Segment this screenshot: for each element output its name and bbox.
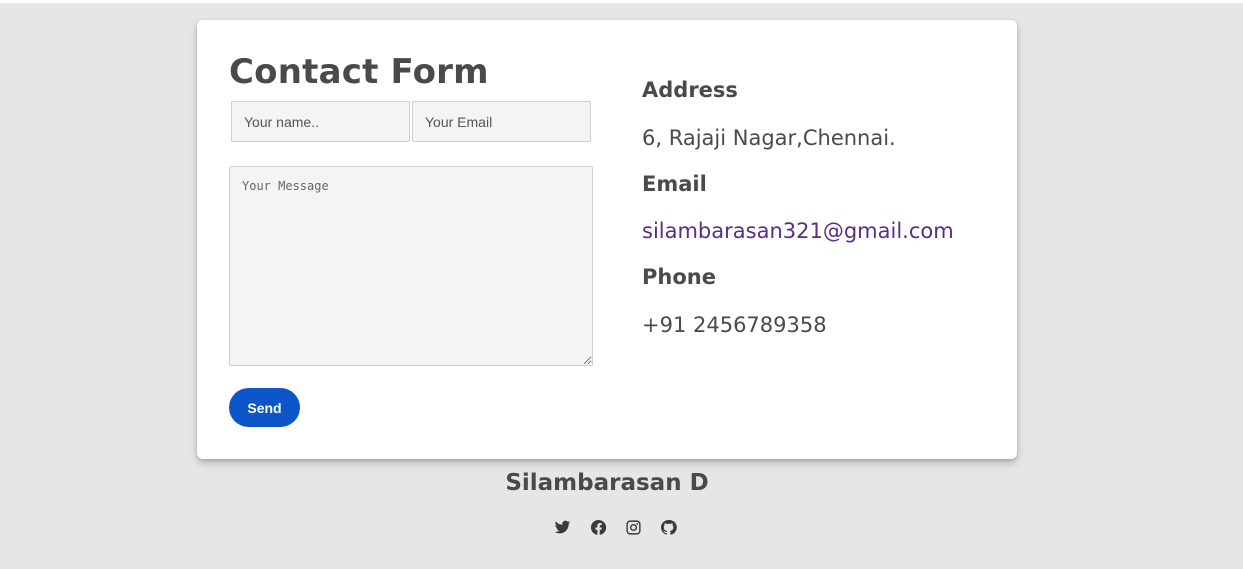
- instagram-icon[interactable]: [623, 517, 643, 537]
- email-input[interactable]: [412, 101, 591, 142]
- email-link[interactable]: silambarasan321@gmail.com: [642, 219, 954, 243]
- footer-name: Silambarasan D: [505, 470, 709, 496]
- github-icon[interactable]: [658, 517, 678, 537]
- phone-heading: Phone: [642, 265, 716, 289]
- twitter-icon[interactable]: [552, 517, 572, 537]
- form-title: Contact Form: [229, 52, 489, 92]
- address-heading: Address: [642, 78, 738, 102]
- message-textarea[interactable]: [229, 166, 593, 366]
- top-strip: [0, 0, 1243, 3]
- phone-value: +91 2456789358: [642, 313, 827, 337]
- contact-card: Contact Form Send Address 6, Rajaji Naga…: [197, 20, 1017, 459]
- address-value: 6, Rajaji Nagar,Chennai.: [642, 126, 896, 150]
- name-input[interactable]: [231, 101, 410, 142]
- send-button[interactable]: Send: [229, 388, 300, 427]
- facebook-icon[interactable]: [588, 517, 608, 537]
- email-heading: Email: [642, 172, 707, 196]
